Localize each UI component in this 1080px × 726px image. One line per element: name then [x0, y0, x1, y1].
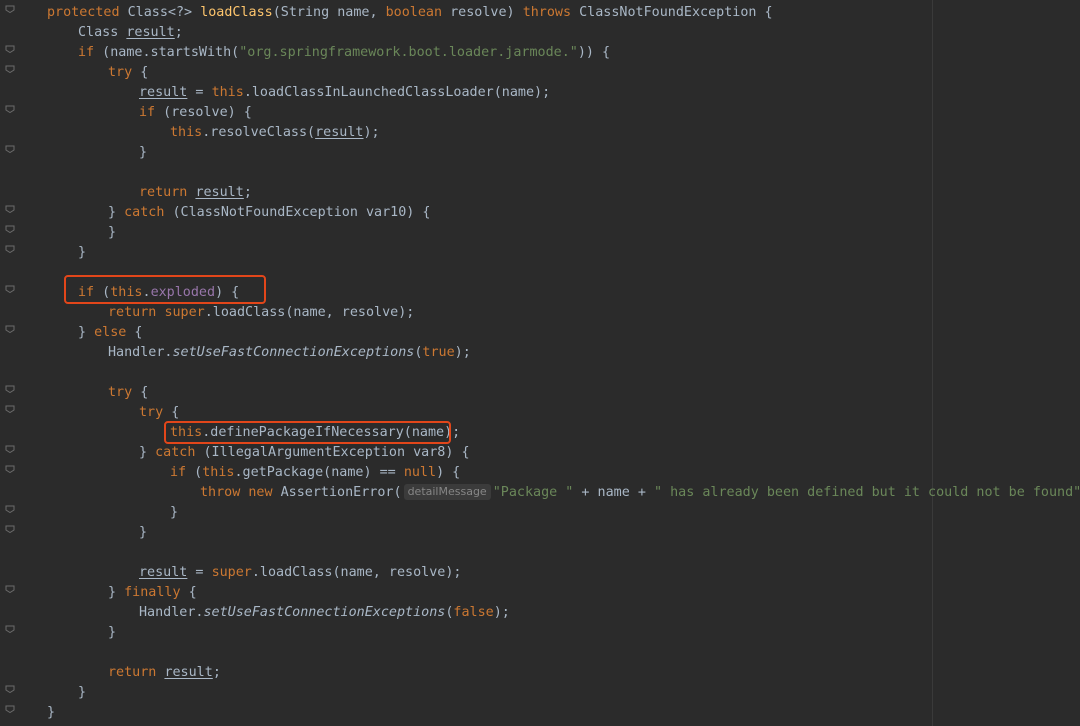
- parameter-hint: detailMessage: [403, 484, 491, 500]
- code-line-27: }: [139, 525, 148, 540]
- code-line-29: result = super.loadClass(name, resolve);: [139, 565, 462, 580]
- code-line-25: throw new AssertionError(detailMessage "P…: [200, 484, 1080, 500]
- code-line-20: try {: [108, 385, 149, 400]
- code-line-32: }: [108, 625, 117, 640]
- code-line-17: } else {: [78, 325, 143, 340]
- code-line-36: }: [47, 705, 56, 720]
- code-line-13: }: [78, 245, 87, 260]
- code-line-16: return super.loadClass(name, resolve);: [108, 305, 415, 320]
- code-line-6: if (resolve) {: [139, 105, 252, 120]
- code-line-23: } catch (IllegalArgumentException var8) …: [139, 445, 470, 460]
- code-line-11: } catch (ClassNotFoundException var10) {: [108, 205, 431, 220]
- code-line-21: try {: [139, 405, 180, 420]
- code-line-24: if (this.getPackage(name) == null) {: [170, 465, 461, 480]
- code-line-18: Handler.setUseFastConnectionExceptions(t…: [108, 345, 471, 360]
- code-line-3: if (name.startsWith("org.springframework…: [78, 45, 611, 60]
- code-line-35: }: [78, 685, 87, 700]
- highlight-box-exploded: [64, 275, 266, 304]
- code-line-12: }: [108, 225, 117, 240]
- code-line-5: result = this.loadClassInLaunchedClassLo…: [139, 85, 551, 100]
- code-line-7: this.resolveClass(result);: [170, 125, 380, 140]
- code-line-2: Class result;: [78, 25, 183, 40]
- code-line-34: return result;: [108, 665, 221, 680]
- code-line-26: }: [170, 505, 179, 520]
- code-editor[interactable]: protected Class<?> loadClass(String name…: [0, 0, 1080, 726]
- highlight-box-define-package: [164, 421, 451, 444]
- code-line-1: protected Class<?> loadClass(String name…: [47, 5, 773, 20]
- code-line-8: }: [139, 145, 148, 160]
- code-line-31: Handler.setUseFastConnectionExceptions(f…: [139, 605, 510, 620]
- code-line-4: try {: [108, 65, 149, 80]
- code-line-10: return result;: [139, 185, 252, 200]
- code-line-30: } finally {: [108, 585, 197, 600]
